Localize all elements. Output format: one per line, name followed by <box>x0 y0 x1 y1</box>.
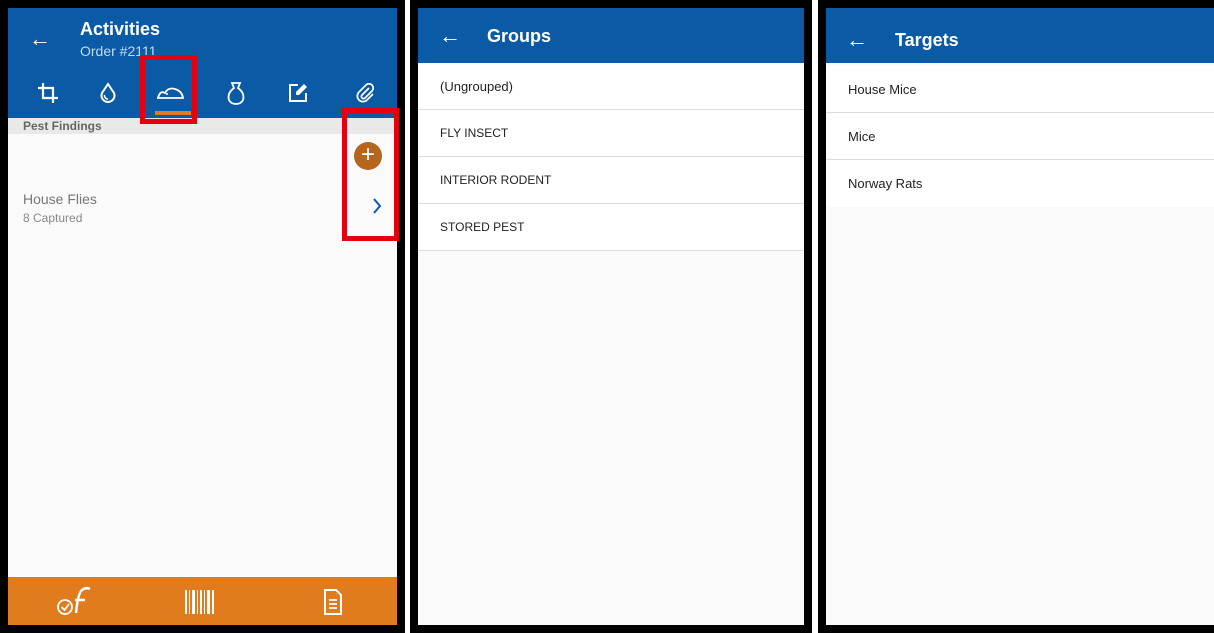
signature-check-icon[interactable] <box>56 585 92 622</box>
list-item[interactable]: House Mice <box>826 66 1214 113</box>
section-title: Pest Findings <box>23 119 102 133</box>
back-arrow-icon[interactable]: ← <box>846 29 868 51</box>
targets-header: ← Targets <box>826 8 1214 63</box>
back-arrow-icon[interactable]: ← <box>29 28 51 50</box>
item-name: House Flies <box>23 191 97 207</box>
targets-panel: ← Targets House Mice Mice Norway Rats <box>818 0 1214 633</box>
groups-screen: ← Groups (Ungrouped) FLY INSECT INTERIOR… <box>418 8 804 625</box>
highlight-rodent-tab <box>140 55 197 124</box>
droplet-icon[interactable] <box>93 78 123 108</box>
targets-list: House Mice Mice Norway Rats <box>826 66 1214 207</box>
groups-list: (Ungrouped) FLY INSECT INTERIOR RODENT S… <box>418 63 804 251</box>
barcode-icon[interactable] <box>185 590 215 619</box>
highlight-add-and-chevron <box>342 108 399 241</box>
edit-icon[interactable] <box>283 78 313 108</box>
attachment-icon[interactable] <box>351 78 381 108</box>
page-title: Activities <box>80 19 161 39</box>
groups-panel: ← Groups (Ungrouped) FLY INSECT INTERIOR… <box>410 0 812 633</box>
activities-screen: ← Activities Order #2111 Pest Findings +… <box>8 8 397 625</box>
section-header: Pest Findings <box>8 118 397 134</box>
page-title: Targets <box>895 30 959 50</box>
bag-icon[interactable] <box>221 78 251 108</box>
item-detail: 8 Captured <box>23 211 83 225</box>
list-item[interactable]: House Flies 8 Captured <box>8 188 397 232</box>
document-icon[interactable] <box>323 589 343 620</box>
list-item[interactable]: Norway Rats <box>826 160 1214 207</box>
crop-icon[interactable] <box>33 78 63 108</box>
page-title: Groups <box>487 26 552 46</box>
list-item[interactable]: Mice <box>826 113 1214 160</box>
list-item[interactable]: STORED PEST <box>418 204 804 251</box>
back-arrow-icon[interactable]: ← <box>439 25 461 47</box>
groups-header: ← Groups <box>418 8 804 63</box>
targets-screen: ← Targets House Mice Mice Norway Rats <box>826 8 1214 625</box>
list-item[interactable]: (Ungrouped) <box>418 63 804 110</box>
activities-header: ← Activities Order #2111 <box>8 8 397 118</box>
bottom-bar <box>8 577 397 625</box>
list-item[interactable]: INTERIOR RODENT <box>418 157 804 204</box>
activities-panel: ← Activities Order #2111 Pest Findings +… <box>0 0 405 633</box>
list-item[interactable]: FLY INSECT <box>418 110 804 157</box>
